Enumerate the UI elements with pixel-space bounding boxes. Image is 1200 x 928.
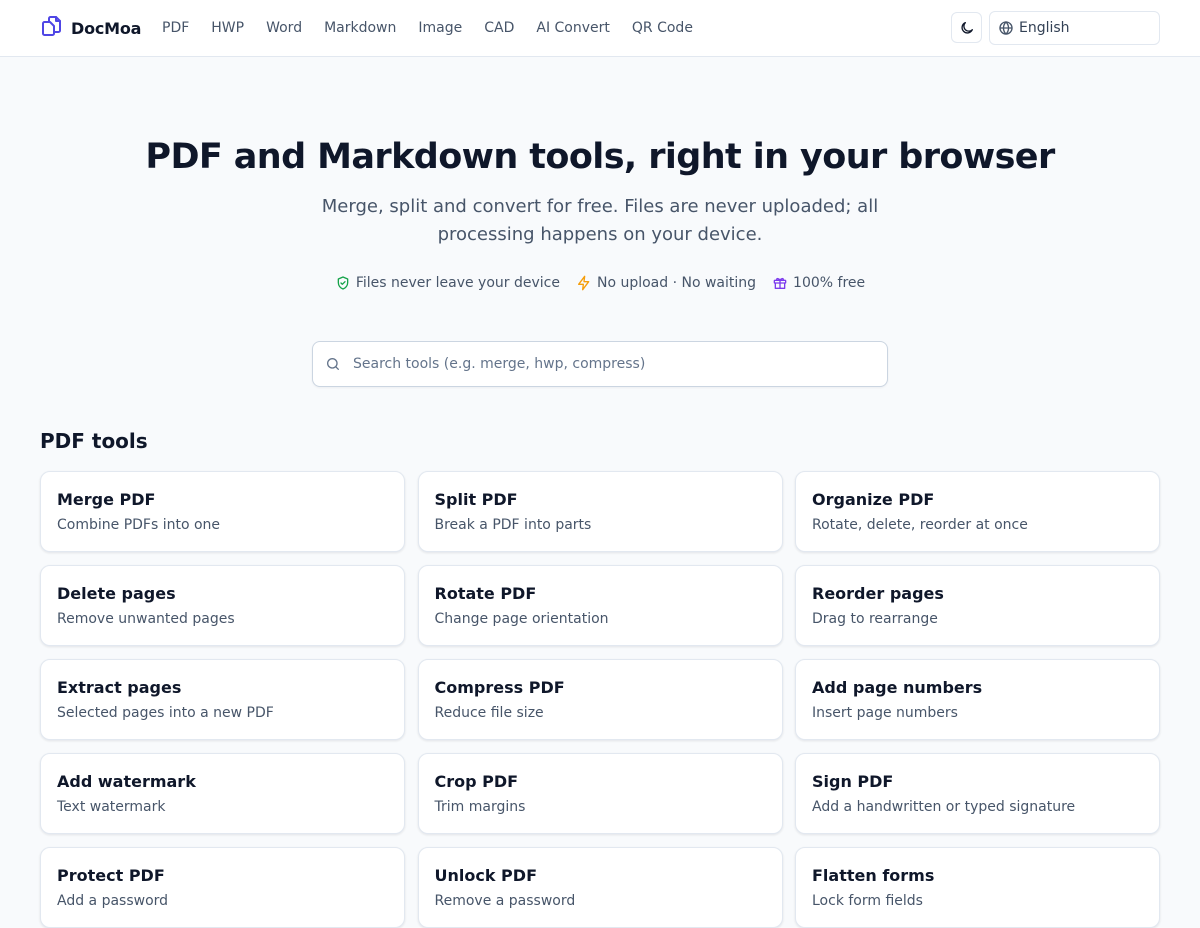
main-nav: PDF HWP Word Markdown Image CAD AI Conve… (151, 17, 704, 39)
tool-card-description: Drag to rearrange (812, 611, 938, 627)
tool-card-description: Add a password (57, 893, 169, 909)
lightning-icon (576, 275, 597, 291)
tool-card-description: Insert page numbers (812, 705, 958, 721)
badge-privacy: Files never leave your device (335, 275, 560, 291)
gift-icon (772, 275, 793, 291)
brand-logo[interactable]: DocMoa (40, 15, 141, 41)
top-navbar: DocMoa PDF HWP Word Markdown Image CAD A… (0, 0, 1200, 57)
tool-card-title: Rotate PDF (434, 584, 537, 603)
tool-card-title: Reorder pages (812, 584, 944, 603)
badge-free-text: 100% free (793, 275, 866, 291)
globe-icon (998, 20, 1014, 36)
tool-card-title: Merge PDF (57, 490, 156, 509)
nav-link-pdf[interactable]: PDF (151, 17, 200, 39)
nav-link-markdown[interactable]: Markdown (313, 17, 407, 39)
tool-card-crop-pdf[interactable]: Crop PDF Trim margins (417, 753, 783, 834)
moon-icon (959, 20, 975, 36)
tool-card-reorder-pages[interactable]: Reorder pages Drag to rearrange (795, 565, 1160, 646)
badge-speed: No upload · No waiting (576, 275, 756, 291)
nav-link-hwp[interactable]: HWP (200, 17, 255, 39)
search-input[interactable] (353, 356, 873, 372)
tool-card-title: Crop PDF (434, 772, 519, 791)
nav-link-image[interactable]: Image (407, 17, 473, 39)
section-title-pdf-tools: PDF tools (40, 429, 148, 453)
tool-card-title: Add page numbers (812, 678, 983, 697)
tool-card-compress-pdf[interactable]: Compress PDF Reduce file size (417, 659, 783, 740)
tool-card-title: Organize PDF (812, 490, 935, 509)
tool-card-title: Protect PDF (57, 866, 165, 885)
feature-badges: Files never leave your device No upload … (0, 272, 1200, 294)
tool-card-title: Add watermark (57, 772, 196, 791)
documents-logo-icon (40, 14, 64, 42)
tool-card-title: Sign PDF (812, 772, 894, 791)
badge-speed-text: No upload · No waiting (596, 275, 757, 291)
tool-card-rotate-pdf[interactable]: Rotate PDF Change page orientation (417, 565, 783, 646)
nav-link-qr-code[interactable]: QR Code (621, 17, 704, 39)
brand-name: DocMoa (71, 18, 142, 38)
tool-card-title: Delete pages (57, 584, 176, 603)
tool-card-title: Extract pages (57, 678, 182, 697)
hero-title: PDF and Markdown tools, right in your br… (145, 137, 1055, 177)
nav-link-cad[interactable]: CAD (473, 17, 525, 39)
tool-card-merge-pdf[interactable]: Merge PDF Combine PDFs into one (40, 471, 405, 552)
theme-toggle-button[interactable] (951, 12, 982, 43)
search-icon (325, 356, 341, 372)
tool-card-title: Unlock PDF (434, 866, 538, 885)
badge-privacy-text: Files never leave your device (355, 275, 560, 291)
tool-card-description: Selected pages into a new PDF (57, 705, 274, 721)
tool-card-description: Combine PDFs into one (57, 517, 221, 533)
nav-link-word[interactable]: Word (255, 17, 313, 39)
tool-card-flatten-forms[interactable]: Flatten forms Lock form fields (795, 847, 1160, 928)
tool-card-delete-pages[interactable]: Delete pages Remove unwanted pages (40, 565, 405, 646)
tool-card-description: Text watermark (57, 799, 166, 815)
nav-link-ai-convert[interactable]: AI Convert (525, 17, 621, 39)
tool-card-split-pdf[interactable]: Split PDF Break a PDF into parts (417, 471, 783, 552)
tool-card-title: Flatten forms (812, 866, 935, 885)
tool-card-description: Rotate, delete, reorder at once (812, 517, 1028, 533)
tool-card-description: Add a handwritten or typed signature (812, 799, 1076, 815)
pdf-tools-grid: Merge PDF Combine PDFs into one Split PD… (40, 471, 1160, 928)
hero-subtitle: Merge, split and convert for free. Files… (321, 196, 879, 245)
tool-card-add-page-numbers[interactable]: Add page numbers Insert page numbers (795, 659, 1160, 740)
tool-card-description: Break a PDF into parts (434, 517, 592, 533)
language-select-value: English (1019, 20, 1070, 36)
tool-card-protect-pdf[interactable]: Protect PDF Add a password (40, 847, 405, 928)
tool-card-title: Compress PDF (434, 678, 565, 697)
tool-card-title: Split PDF (434, 490, 518, 509)
tool-card-unlock-pdf[interactable]: Unlock PDF Remove a password (417, 847, 783, 928)
tool-card-description: Remove unwanted pages (57, 611, 235, 627)
tool-card-description: Trim margins (434, 799, 526, 815)
tool-card-description: Remove a password (434, 893, 576, 909)
tool-card-add-watermark[interactable]: Add watermark Text watermark (40, 753, 405, 834)
badge-free: 100% free (772, 275, 865, 291)
language-select[interactable]: English (989, 11, 1160, 45)
tool-card-description: Lock form fields (812, 893, 923, 909)
tool-card-extract-pages[interactable]: Extract pages Selected pages into a new … (40, 659, 405, 740)
tool-search-box[interactable] (312, 341, 888, 387)
tool-card-description: Change page orientation (434, 611, 609, 627)
tool-card-organize-pdf[interactable]: Organize PDF Rotate, delete, reorder at … (795, 471, 1160, 552)
shield-check-icon (335, 275, 356, 291)
tool-card-description: Reduce file size (434, 705, 544, 721)
tool-card-sign-pdf[interactable]: Sign PDF Add a handwritten or typed sign… (795, 753, 1160, 834)
